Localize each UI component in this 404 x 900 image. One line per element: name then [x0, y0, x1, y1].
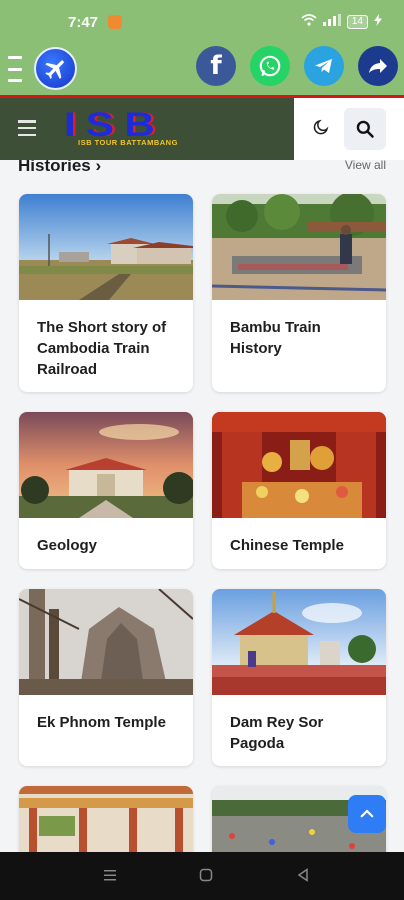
article-thumbnail [19, 194, 193, 300]
article-card[interactable]: The Short story of Cambodia Train Railro… [19, 194, 193, 392]
logo-subtitle: ISB TOUR BATTAMBANG [78, 138, 178, 147]
section-title[interactable]: Histories › [18, 160, 101, 176]
telegram-icon[interactable] [304, 46, 344, 86]
status-indicators: 14 [301, 14, 382, 29]
site-logo[interactable]: ISB ISB TOUR BATTAMBANG [64, 106, 262, 148]
article-title[interactable]: Dam Rey Sor Pagoda [212, 695, 386, 766]
article-title[interactable]: Geology [19, 518, 193, 569]
article-card[interactable]: Geology [19, 412, 193, 569]
article-title[interactable]: Bambu Train History [212, 300, 386, 376]
home-icon[interactable] [199, 868, 213, 885]
notification-icon [108, 15, 122, 29]
article-thumbnail [19, 786, 193, 852]
status-time: 7:47 [68, 14, 99, 31]
side-menu-icon[interactable] [8, 56, 22, 82]
article-card[interactable]: Bambu Train History [212, 194, 386, 392]
view-all-link[interactable]: View all [345, 160, 386, 172]
article-thumbnail [212, 412, 386, 518]
chevron-up-icon [360, 809, 374, 818]
histories-section: Histories › View all The Short story of … [0, 160, 404, 852]
airplane-icon[interactable] [34, 47, 77, 90]
hamburger-menu-icon[interactable] [18, 120, 36, 136]
whatsapp-icon[interactable] [250, 46, 290, 86]
article-thumbnail [19, 412, 193, 518]
article-card[interactable] [19, 786, 193, 852]
article-title[interactable]: Ek Phnom Temple [19, 695, 193, 750]
article-title[interactable]: The Short story of Cambodia Train Railro… [19, 300, 193, 392]
signal-icon [322, 14, 341, 29]
recent-apps-icon[interactable] [103, 868, 117, 885]
article-thumbnail [212, 589, 386, 695]
scroll-to-top-button[interactable] [348, 795, 386, 833]
article-thumbnail [212, 194, 386, 300]
article-card[interactable]: Dam Rey Sor Pagoda [212, 589, 386, 766]
search-button[interactable] [344, 108, 386, 150]
charging-icon [374, 14, 382, 29]
search-icon [356, 120, 374, 138]
article-thumbnail [19, 589, 193, 695]
system-navigation-bar [0, 852, 404, 900]
article-card[interactable]: Chinese Temple [212, 412, 386, 569]
dark-mode-icon[interactable] [312, 118, 330, 136]
share-bar: f [0, 42, 404, 95]
status-bar: 7:47 14 [0, 0, 404, 42]
article-title[interactable]: Chinese Temple [212, 518, 386, 569]
back-icon[interactable] [296, 868, 310, 885]
article-card[interactable]: Ek Phnom Temple [19, 589, 193, 766]
share-icon[interactable] [358, 46, 398, 86]
facebook-icon[interactable]: f [196, 46, 236, 86]
wifi-icon [301, 14, 317, 29]
battery-indicator: 14 [346, 14, 368, 29]
